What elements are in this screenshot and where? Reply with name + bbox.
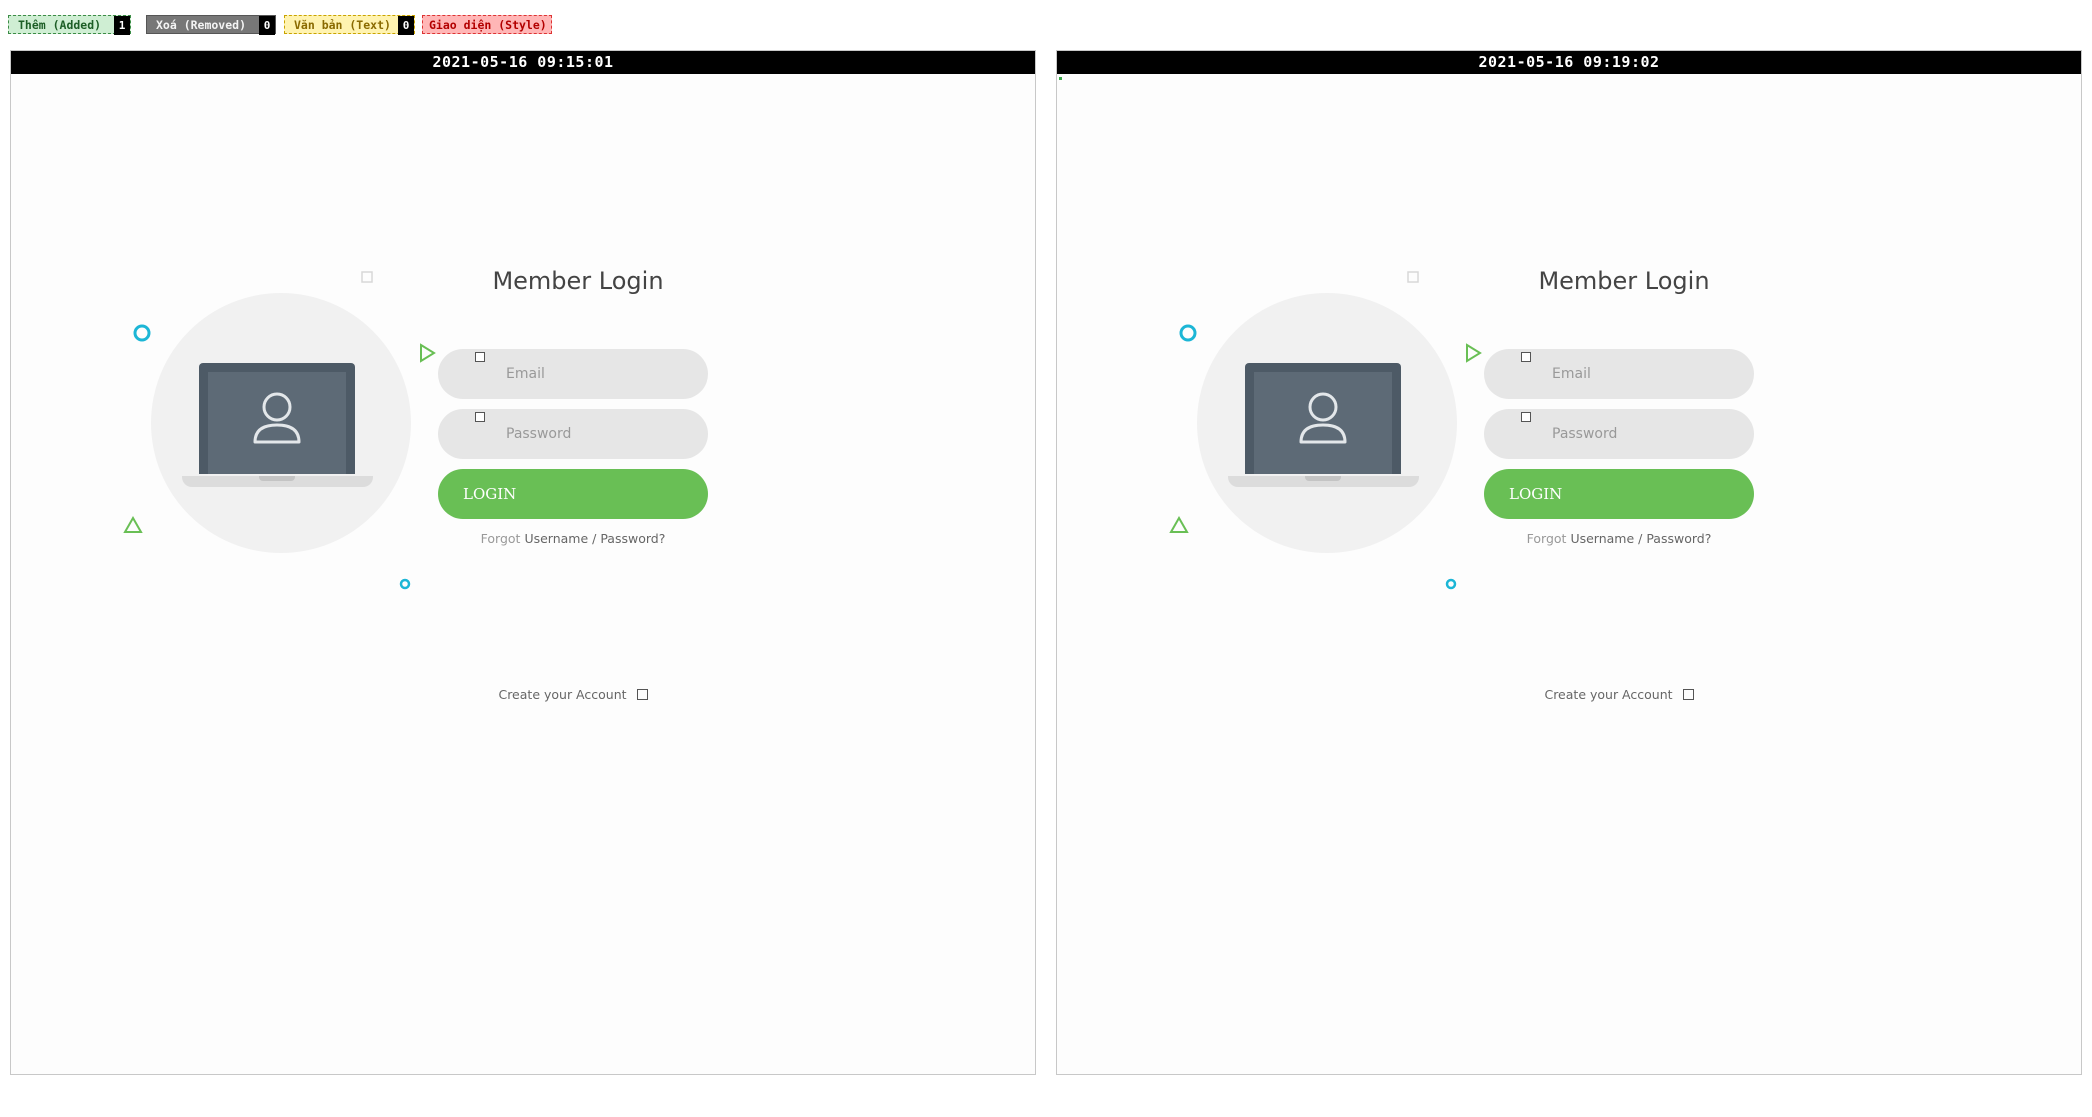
arrow-checkbox-icon (1682, 689, 1694, 700)
small-circle-deco-icon (1445, 578, 1457, 590)
circle-deco-icon (133, 324, 151, 342)
square-deco-icon (361, 271, 373, 283)
forgot-prefix: Forgot (480, 531, 521, 546)
added-change-marker (1059, 77, 1062, 80)
legend-text-badge: Văn bản (Text) 0 (284, 15, 415, 35)
page-title: Member Login (1538, 267, 1710, 295)
legend-style-badge: Giao diện (Style) (422, 15, 552, 34)
laptop-icon (199, 363, 355, 474)
laptop-notch (1305, 476, 1341, 481)
legend-added-label: Thêm (Added) (18, 18, 102, 32)
user-icon (1299, 392, 1347, 444)
password-field[interactable]: Password (1484, 409, 1754, 459)
password-checkbox-icon (475, 412, 485, 422)
login-button[interactable]: LOGIN (1484, 469, 1754, 519)
create-account-link[interactable]: Create your Account (498, 687, 626, 702)
legend-added-badge: Thêm (Added) 1 (8, 15, 131, 35)
login-button[interactable]: LOGIN (438, 469, 708, 519)
legend-removed-badge: Xoá (Removed) 0 (146, 15, 276, 35)
forgot-link[interactable]: Username / Password? (1570, 531, 1711, 546)
triangle-deco-icon (123, 516, 143, 533)
user-icon (253, 392, 301, 444)
create-account-row: Create your Account (438, 687, 708, 702)
page-title: Member Login (492, 267, 664, 295)
legend-added-count: 1 (114, 16, 130, 35)
square-deco-icon (1407, 271, 1419, 283)
after-timestamp: 2021-05-16 09:19:02 (1057, 51, 2081, 74)
forgot-row: Forgot Username / Password? (438, 531, 708, 546)
create-account-link[interactable]: Create your Account (1544, 687, 1672, 702)
password-placeholder: Password (1552, 426, 1618, 442)
legend-text-count: 0 (398, 16, 414, 35)
legend-removed-count: 0 (259, 16, 275, 35)
legend-text-label: Văn bản (Text) (294, 18, 391, 32)
email-field[interactable]: Email (438, 349, 708, 399)
email-placeholder: Email (1552, 366, 1591, 382)
create-account-row: Create your Account (1484, 687, 1754, 702)
arrow-checkbox-icon (636, 689, 648, 700)
circle-deco-icon (1179, 324, 1197, 342)
after-panel: 2021-05-16 09:19:02 Member Login Email P… (1056, 50, 2082, 1075)
legend-style-label: Giao diện (Style) (429, 18, 547, 32)
password-placeholder: Password (506, 426, 572, 442)
before-panel: 2021-05-16 09:15:01 Member Login Email P… (10, 50, 1036, 1075)
small-circle-deco-icon (399, 578, 411, 590)
forgot-link[interactable]: Username / Password? (524, 531, 665, 546)
play-triangle-deco-icon (1466, 343, 1482, 363)
forgot-prefix: Forgot (1526, 531, 1567, 546)
play-triangle-deco-icon (420, 343, 436, 363)
email-checkbox-icon (475, 352, 485, 362)
email-placeholder: Email (506, 366, 545, 382)
forgot-row: Forgot Username / Password? (1484, 531, 1754, 546)
laptop-icon (1245, 363, 1401, 474)
before-timestamp: 2021-05-16 09:15:01 (11, 51, 1035, 74)
legend-removed-label: Xoá (Removed) (156, 18, 247, 32)
laptop-notch (259, 476, 295, 481)
email-field[interactable]: Email (1484, 349, 1754, 399)
password-field[interactable]: Password (438, 409, 708, 459)
password-checkbox-icon (1521, 412, 1531, 422)
email-checkbox-icon (1521, 352, 1531, 362)
triangle-deco-icon (1169, 516, 1189, 533)
